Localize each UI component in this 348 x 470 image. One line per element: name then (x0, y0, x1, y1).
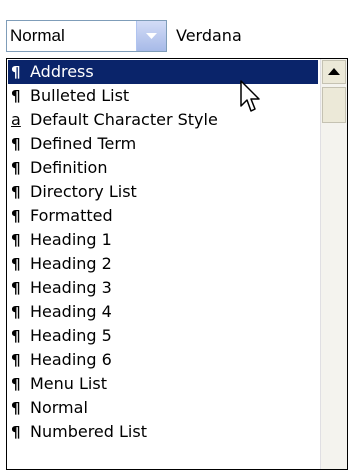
pilcrow-icon: ¶ (11, 351, 21, 369)
style-list-item-label: Heading 4 (30, 302, 112, 321)
style-list-item-label: Normal (30, 398, 88, 417)
style-list-item[interactable]: ¶ Defined Term (8, 132, 318, 156)
style-list-item[interactable]: ¶ Normal (8, 396, 318, 420)
pilcrow-icon: ¶ (11, 231, 21, 249)
style-list-item-label: Directory List (30, 182, 137, 201)
vertical-scrollbar[interactable] (320, 59, 347, 469)
style-list-item[interactable]: ¶ Menu List (8, 372, 318, 396)
style-list-item-label: Heading 1 (30, 230, 112, 249)
pilcrow-icon: ¶ (11, 63, 21, 81)
style-list-item[interactable]: ¶ Address (8, 60, 318, 84)
style-list-item[interactable]: ¶ Heading 6 (8, 348, 318, 372)
style-dropdown[interactable]: Normal (6, 20, 167, 52)
style-value: Normal (10, 26, 65, 45)
style-list-item-label: Address (30, 62, 94, 81)
pilcrow-icon: ¶ (11, 375, 21, 393)
style-list-item-label: Heading 5 (30, 326, 112, 345)
style-list-item-label: Heading 2 (30, 254, 112, 273)
style-list-item[interactable]: ¶ Definition (8, 156, 318, 180)
style-list-item[interactable]: ¶ Heading 5 (8, 324, 318, 348)
pilcrow-icon: ¶ (11, 399, 21, 417)
arrow-up-icon (328, 68, 340, 75)
style-list-item[interactable]: ¶ Heading 2 (8, 252, 318, 276)
pilcrow-icon: ¶ (11, 159, 21, 177)
style-list-item-label: Heading 6 (30, 350, 112, 369)
style-list-item-label: Bulleted List (30, 86, 130, 105)
pilcrow-icon: ¶ (11, 327, 21, 345)
chevron-down-icon (146, 33, 157, 39)
style-list-item-label: Heading 3 (30, 278, 112, 297)
style-list-dropdown: ¶ Address ¶ Bulleted List a Default Character… (6, 58, 348, 470)
pilcrow-icon: ¶ (11, 423, 21, 441)
scroll-up-button[interactable] (322, 60, 346, 84)
pilcrow-icon: ¶ (11, 183, 21, 201)
underlined-a-icon: a (11, 110, 21, 129)
style-list-item[interactable]: ¶ Numbered List (8, 420, 318, 444)
pilcrow-icon: ¶ (11, 207, 21, 225)
style-list-item[interactable]: ¶ Heading 4 (8, 300, 318, 324)
style-list-item-label: Defined Term (30, 134, 137, 153)
pilcrow-icon: ¶ (11, 135, 21, 153)
style-list-item[interactable]: ¶ Heading 3 (8, 276, 318, 300)
style-list-item[interactable]: ¶ Formatted (8, 204, 318, 228)
style-list-item-label: Numbered List (30, 422, 147, 441)
style-list-item[interactable]: ¶ Directory List (8, 180, 318, 204)
mouse-pointer-icon (240, 80, 260, 112)
pilcrow-icon: ¶ (11, 279, 21, 297)
pilcrow-icon: ¶ (11, 303, 21, 321)
style-list-item[interactable]: ¶ Bulleted List (8, 84, 318, 108)
formatting-toolbar: Normal Verdana (0, 0, 348, 56)
style-list-item-label: Default Character Style (30, 110, 218, 129)
style-list-item[interactable]: ¶ Heading 1 (8, 228, 318, 252)
scroll-thumb[interactable] (322, 87, 346, 123)
style-list-item[interactable]: a Default Character Style (8, 108, 318, 132)
style-list-item-label: Formatted (30, 206, 113, 225)
style-list-item-label: Definition (30, 158, 108, 177)
style-dropdown-button[interactable] (136, 21, 166, 51)
pilcrow-icon: ¶ (11, 255, 21, 273)
font-name-field[interactable]: Verdana (176, 20, 242, 52)
pilcrow-icon: ¶ (11, 87, 21, 105)
style-list-item-label: Menu List (30, 374, 107, 393)
